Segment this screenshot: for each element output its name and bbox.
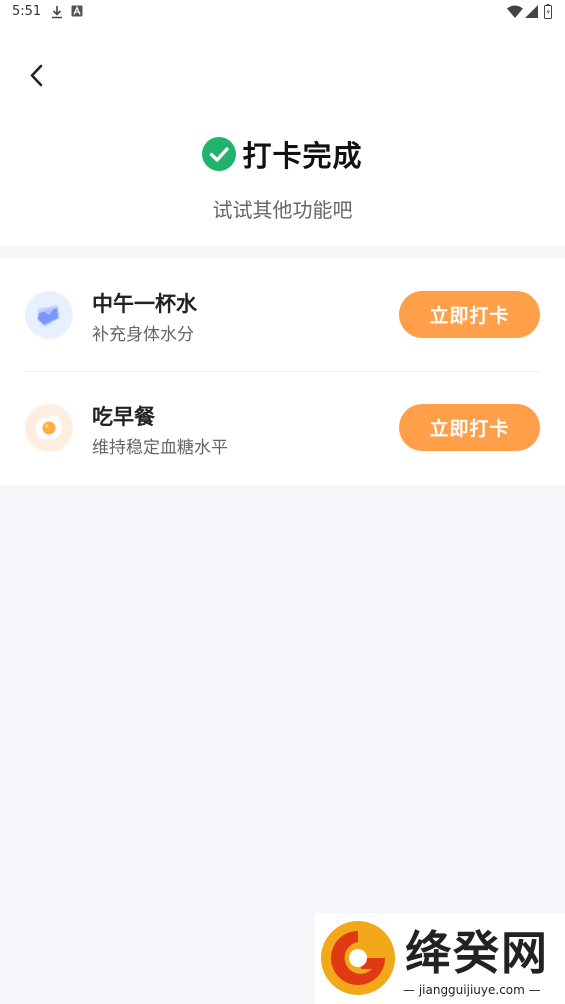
task-list: 中午一杯水 补充身体水分 立即打卡 吃早餐 维持稳定血糖水平 立即打卡 xyxy=(0,258,565,485)
task-desc: 补充身体水分 xyxy=(92,325,194,345)
page-subtitle: 试试其他功能吧 xyxy=(212,198,353,222)
back-arrow-icon[interactable] xyxy=(22,60,54,92)
checkin-button[interactable]: 立即打卡 xyxy=(399,404,540,451)
watermark-name: 绛癸网 xyxy=(405,926,549,980)
status-bar: 5:51 xyxy=(0,0,565,24)
page-title: 打卡完成 xyxy=(242,139,363,173)
status-time: 5:51 xyxy=(12,4,42,19)
completion-header: 打卡完成 试试其他功能吧 xyxy=(0,24,565,246)
wifi-icon xyxy=(507,5,523,18)
battery-icon xyxy=(544,4,552,19)
download-icon xyxy=(52,6,62,19)
watermark: 绛癸网 — jiangguijiuye.com — xyxy=(315,913,565,1004)
title-row: 打卡完成 xyxy=(0,134,565,174)
water-cup-icon xyxy=(25,291,73,339)
list-item: 吃早餐 维持稳定血糖水平 立即打卡 xyxy=(0,371,565,484)
checkin-button[interactable]: 立即打卡 xyxy=(399,291,540,338)
check-circle-icon xyxy=(202,137,237,171)
signal-icon xyxy=(525,5,538,18)
watermark-url: — jiangguijiuye.com — xyxy=(403,983,541,997)
task-desc: 维持稳定血糖水平 xyxy=(92,438,228,458)
fried-egg-icon xyxy=(25,404,73,452)
task-name: 吃早餐 xyxy=(92,405,155,429)
site-logo-icon xyxy=(321,921,395,995)
app-notification-icon xyxy=(71,5,83,17)
task-name: 中午一杯水 xyxy=(92,292,197,316)
list-item: 中午一杯水 补充身体水分 立即打卡 xyxy=(0,258,565,371)
